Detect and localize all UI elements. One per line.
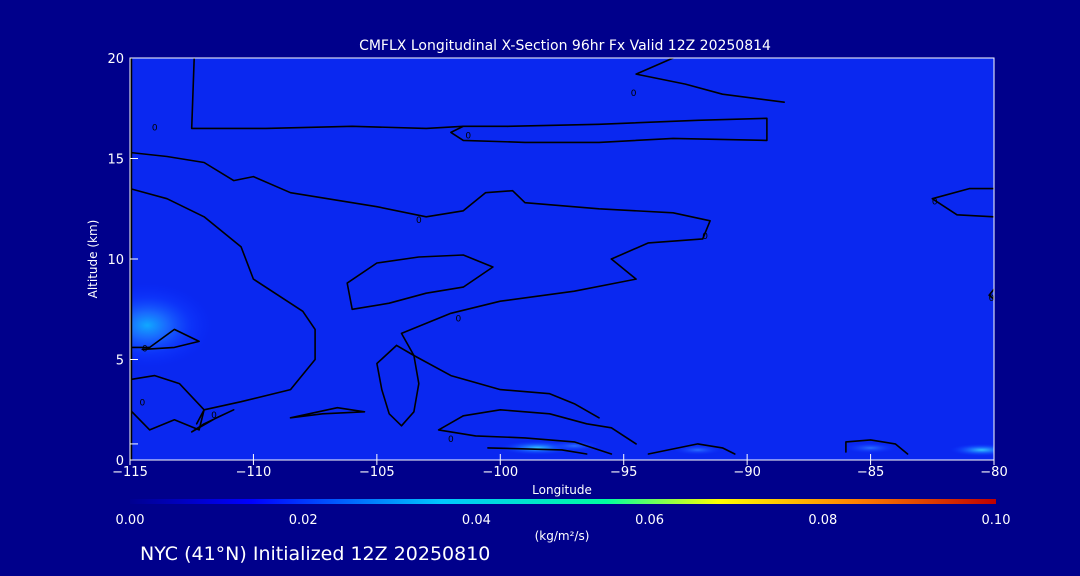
y-tick-label-2: 10 [107,253,124,268]
colorbar-ticks: 0.00 0.02 0.04 0.06 0.08 0.10 [116,513,1011,528]
contour-label-7: 0 [139,399,145,409]
contour-label-1: 0 [465,131,471,141]
x-tick-label-4: −95 [610,465,637,480]
x-tick-label-3: −100 [482,465,518,480]
colorbar-tick-label-0: 0.00 [116,513,145,528]
y-tick-label-0: 0 [116,454,124,469]
colorbar [130,499,996,504]
x-tick-label-7: −80 [980,465,1007,480]
contour-label-9: 0 [448,435,454,445]
y-tick-label-3: 15 [107,153,124,168]
colorbar-tick-label-5: 0.10 [982,513,1011,528]
contour-label-5: 0 [455,314,461,324]
x-tick-label-5: −90 [733,465,760,480]
contour-label-2: 0 [631,89,637,99]
plot-area [130,58,994,460]
chart-title: CMFLX Longitudinal X-Section 96hr Fx Val… [359,38,771,54]
colorbar-units: (kg/m²/s) [535,529,590,543]
y-tick-label-1: 5 [116,354,124,369]
contour-label-10: 0 [932,198,938,208]
contour-label-8: 0 [211,411,217,421]
contour-label-3: 0 [416,216,422,226]
y-tick-label-4: 20 [107,52,124,67]
colorbar-tick-label-4: 0.08 [808,513,837,528]
flux-maximum-0 [130,282,214,369]
flux-maximum-4 [843,442,898,454]
chart-canvas: 000000000000 −115 −110 −105 −100 −95 −90 −85 −8… [86,38,1011,543]
colorbar-tick-label-2: 0.04 [462,513,491,528]
contour-label-4: 0 [702,232,708,242]
footer-initialization: NYC (41°N) Initialized 12Z 20250810 [140,543,491,565]
contour-label-0: 0 [152,123,158,133]
x-tick-label-1: −110 [236,465,272,480]
colorbar-tick-label-3: 0.06 [635,513,664,528]
x-tick-label-2: −105 [359,465,395,480]
colorbar-tick-label-1: 0.02 [289,513,318,528]
y-axis-label: Altitude (km) [86,220,100,299]
flux-maximum-5 [949,443,994,457]
x-axis-label: Longitude [532,483,592,497]
contour-label-6: 0 [142,344,148,354]
x-tick-label-6: −85 [857,465,884,480]
